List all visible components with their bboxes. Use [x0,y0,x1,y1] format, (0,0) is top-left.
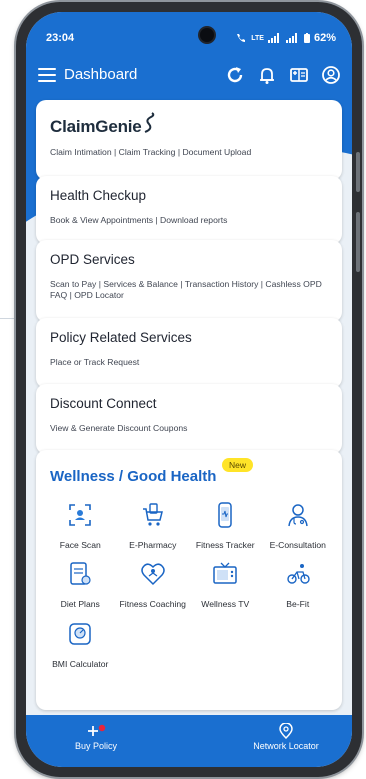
app-bar-actions [224,64,342,86]
network-locator-button[interactable]: Network Locator [236,722,336,751]
volume-button [356,152,360,192]
card-subtitle: Scan to Pay | Services & Balance | Trans… [50,279,322,300]
card-subtitle: View & Generate Discount Coupons [50,423,188,433]
tile-label: E-Pharmacy [129,540,177,550]
tile-e-consultation[interactable]: E-Consultation [262,501,335,550]
coaching-icon [141,563,165,586]
doctor-icon [288,504,308,527]
refresh-icon[interactable] [224,64,246,86]
screen: 23:04 LTE 62% Dashboard ClaimGenie Claim… [26,12,352,767]
bike-icon [287,564,310,585]
tile-label: Be-Fit [286,599,310,610]
lte-tag: LTE [251,34,264,42]
tile-wellness-tv[interactable]: Wellness TV [189,560,262,609]
menu-icon[interactable] [38,68,56,82]
signal-icon [267,33,279,43]
status-icons: LTE 62% [235,32,336,44]
card-discount-connect[interactable]: Discount Connect View & Generate Discoun… [36,384,342,454]
tile-fitness-coaching[interactable]: Fitness Coaching [117,560,190,609]
tile-fitness-tracker[interactable]: Fitness Tracker [189,501,262,550]
tv-icon [213,562,237,585]
status-bar: 23:04 LTE 62% [26,12,352,56]
genie-lamp-icon [144,112,155,133]
tile-label: Wellness TV [201,599,250,610]
card-policy-services[interactable]: Policy Related Services Place or Track R… [36,318,342,388]
tile-face-scan[interactable]: Face Scan [44,501,117,550]
profile-icon[interactable] [320,64,342,86]
card-title: Policy Related Services [50,330,192,345]
buy-policy-button[interactable]: Buy Policy [66,723,126,751]
card-opd-services[interactable]: OPD Services Scan to Pay | Services & Ba… [36,240,342,322]
camera-cutout [200,28,214,42]
network-locator-label: Network Locator [253,741,319,751]
bell-icon[interactable] [256,64,278,86]
card-title: Discount Connect [50,396,157,411]
card-subtitle: Claim Intimation | Claim Tracking | Docu… [50,147,252,157]
wellness-section: New Wellness / Good Health Face Scan E-P… [36,450,342,710]
card-claimgenie[interactable]: ClaimGenie Claim Intimation | Claim Trac… [36,100,342,180]
tile-label: E-Consultation [269,540,326,550]
claimgenie-logo: ClaimGenie [50,112,328,137]
call-icon [237,34,246,42]
face-scan-icon [69,504,92,526]
tracker-icon [218,502,232,528]
battery-icon [303,33,310,43]
signal-2-icon [285,33,297,43]
status-time: 23:04 [46,32,75,44]
power-button [356,212,360,272]
tile-label: Fitness Tracker [195,540,255,550]
phone-frame: 23:04 LTE 62% Dashboard ClaimGenie Claim… [16,2,362,777]
tile-diet-plans[interactable]: Diet Plans [44,560,117,609]
tile-label: Diet Plans [60,599,100,610]
battery-level: 62% [313,32,336,44]
bottom-nav: Buy Policy Network Locator [26,715,352,767]
tile-label: BMI Calculator [52,658,109,669]
page: 23:04 LTE 62% Dashboard ClaimGenie Claim… [0,0,366,779]
page-title: Dashboard [64,66,138,83]
card-health-checkup[interactable]: Health Checkup Book & View Appointments … [36,176,342,244]
card-subtitle: Book & View Appointments | Download repo… [50,215,228,225]
cart-icon [142,503,163,526]
diet-icon [70,562,91,586]
new-badge: New [222,458,254,472]
tile-bmi-calculator[interactable]: BMI Calculator [44,620,117,669]
app-bar: Dashboard [26,56,352,96]
scale-icon [69,622,91,645]
card-icon[interactable] [288,64,310,86]
card-title: OPD Services [50,252,135,267]
tile-be-fit[interactable]: Be-Fit [262,560,335,609]
tile-label: Face Scan [59,540,101,550]
wellness-title: Wellness / Good Health [50,468,217,485]
plus-icon [66,723,126,739]
service-list: ClaimGenie Claim Intimation | Claim Trac… [36,100,342,710]
buy-policy-label: Buy Policy [74,741,118,751]
wellness-grid: Face Scan E-Pharmacy Fitness Tracker E-C… [44,501,334,669]
card-subtitle: Place or Track Request [50,357,140,367]
location-pin-icon [236,722,336,740]
tile-e-pharmacy[interactable]: E-Pharmacy [117,501,190,550]
tile-label: Fitness Coaching [119,599,186,610]
card-title: Health Checkup [50,188,147,203]
